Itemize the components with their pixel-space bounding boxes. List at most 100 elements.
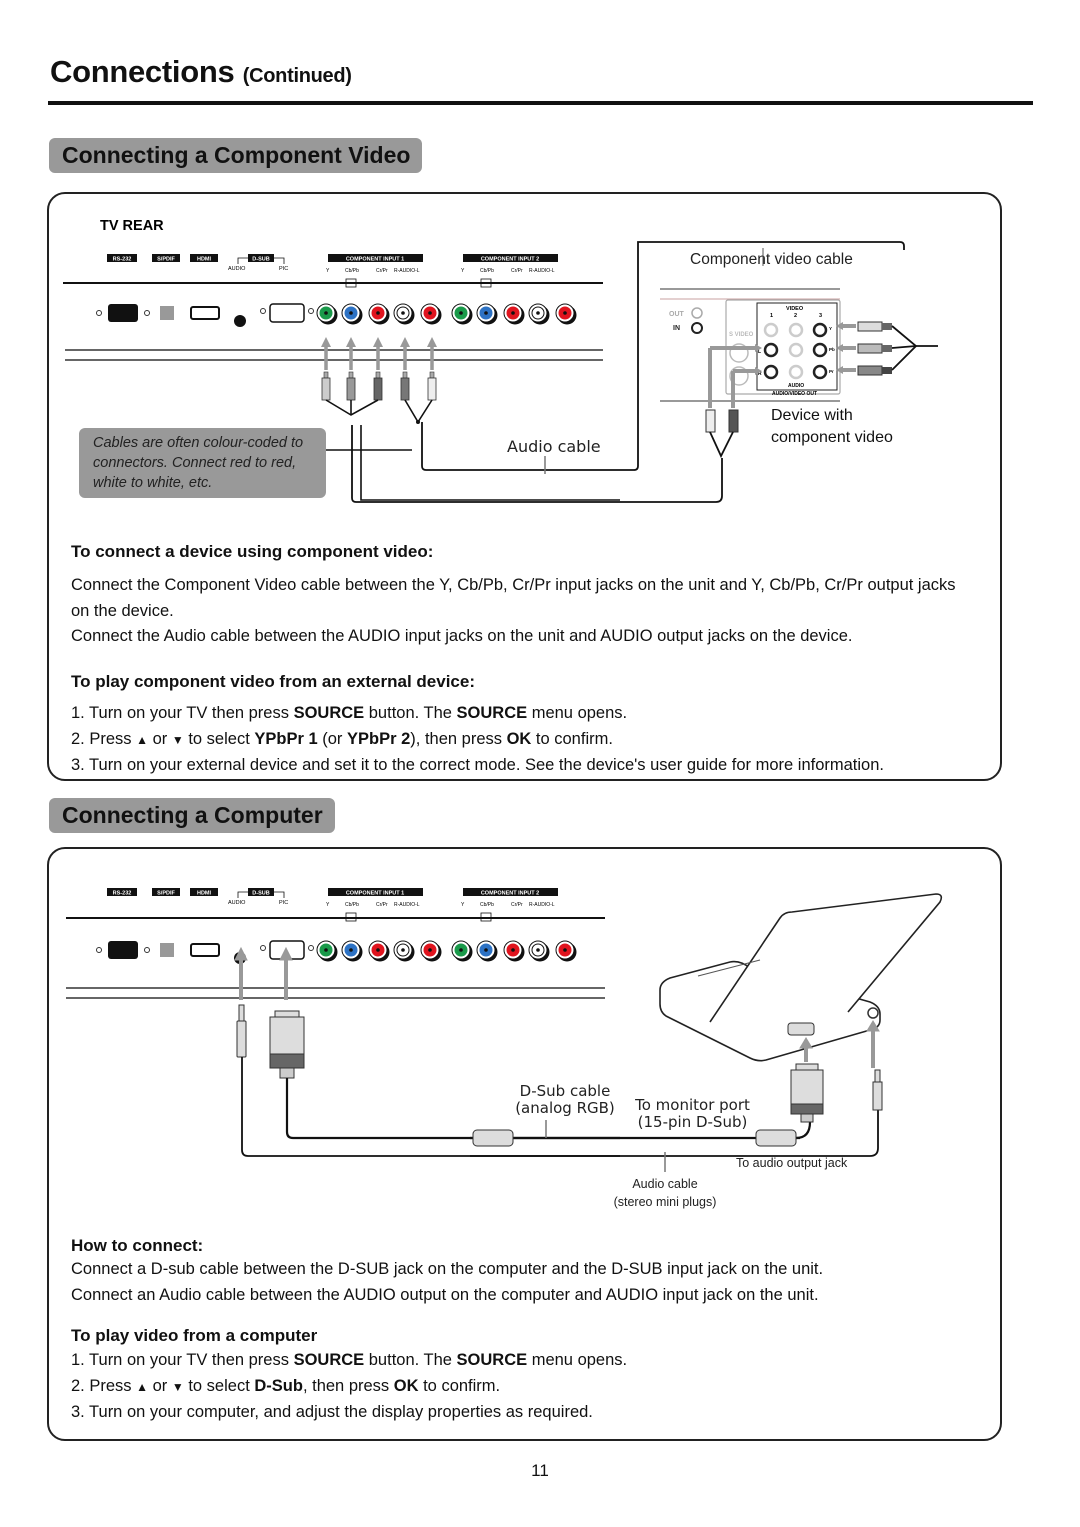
step-item: 1. Turn on your TV then press SOURCE but… — [71, 701, 991, 727]
spdif-port-icon — [160, 306, 174, 320]
device-diagram: Component video cable OUT IN VIDEO 1 2 3… — [660, 248, 938, 459]
monitor-port-label-line1: To monitor port — [635, 1096, 750, 1114]
step-text: button. The — [364, 1351, 457, 1369]
page-title-main: Connections — [50, 54, 235, 89]
dsub-cable-label: D-Sub cable (analog RGB) — [510, 1083, 620, 1117]
connect-component-heading: To connect a device using component vide… — [71, 542, 434, 561]
audio-output-label: To audio output jack — [736, 1156, 848, 1170]
audio-cable-mini-label-line2: (stereo mini plugs) — [613, 1195, 717, 1209]
device-audio-label: AUDIO — [788, 383, 804, 389]
step-item: 3. Turn on your computer, and adjust the… — [71, 1400, 991, 1426]
dsub-pic-label: PIC — [279, 900, 288, 906]
port-label-dsub: D-SUB — [252, 257, 269, 263]
video-col-1: 1 — [770, 313, 773, 319]
component-jack-label: Cb/Pb — [345, 902, 359, 908]
step-text: SOURCE — [293, 704, 365, 722]
video-col-3: 3 — [819, 313, 822, 319]
how-paragraph-1: Connect a D-sub cable between the D-SUB … — [71, 1260, 824, 1278]
dsub-plug-tv — [269, 1010, 305, 1079]
device-pb-label: Pb — [829, 347, 835, 352]
step-text: ), then press — [410, 729, 507, 748]
component-jack-label: Y — [326, 902, 330, 908]
step-item: 2. Press ▲ or ▼ to select YPbPr 1 (or YP… — [71, 727, 991, 754]
step-text: to select — [183, 729, 255, 748]
computer-input-arrows — [234, 946, 293, 1000]
step-text: Press — [89, 729, 137, 748]
step-item: 1. Turn on your TV then press SOURCE but… — [71, 1348, 991, 1374]
port-label: HDMI — [197, 891, 212, 897]
step-item: 3. Turn on your external device and set … — [71, 753, 991, 779]
audio-mini-plug-laptop — [872, 1069, 883, 1111]
port-label: RS-232 — [113, 891, 132, 897]
ferrite-core-2 — [755, 1129, 797, 1147]
play-component-heading: To play component video from an external… — [71, 672, 475, 691]
step-text: to confirm. — [531, 729, 613, 748]
device-y-label: Y — [829, 326, 832, 331]
step-text: Turn on your external device and set it … — [89, 756, 884, 774]
step-item: 2. Press ▲ or ▼ to select D-Sub, then pr… — [71, 1374, 991, 1401]
step-text: , then press — [302, 1376, 394, 1395]
down-arrow-icon: ▼ — [171, 1379, 184, 1394]
section-tab-component: Connecting a Component Video — [49, 138, 423, 173]
section-tab-computer: Connecting a Computer — [49, 798, 335, 833]
component-input-label: COMPONENT INPUT 1 — [346, 891, 404, 897]
device-video-label: VIDEO — [786, 306, 804, 312]
device-av-out-label: AUDIO/VIDEO OUT — [772, 391, 817, 397]
dsub-pic-label: PIC — [279, 266, 288, 272]
device-out-label: OUT — [669, 311, 685, 318]
connect-paragraph-2: Connect the Audio cable between the AUDI… — [71, 627, 853, 645]
step-text: to confirm. — [418, 1376, 501, 1395]
colour-coding-note: Cables are often colour-coded to connect… — [79, 428, 326, 498]
step-number: 2. — [71, 729, 90, 748]
monitor-port-label: To monitor port (15-pin D-Sub) — [630, 1097, 755, 1131]
step-text: D-Sub — [254, 1376, 303, 1395]
port-label-dsub: D-SUB — [252, 891, 269, 897]
dsub-plug-laptop — [790, 1063, 824, 1123]
rca-plug-icon — [321, 377, 331, 401]
step-text: Turn on your TV then press — [89, 1351, 294, 1369]
audio-cable-label: Audio cable — [507, 437, 601, 456]
laptop-icon — [659, 893, 943, 1062]
step-text: SOURCE — [293, 1351, 365, 1369]
up-arrow-icon: ▲ — [136, 1379, 149, 1394]
step-text: Turn on your computer, and adjust the di… — [89, 1403, 593, 1421]
step-text: menu opens. — [527, 1351, 628, 1369]
port-label: RS-232 — [113, 257, 132, 263]
step-number: 3. — [71, 756, 90, 774]
svideo-label: S VIDEO — [729, 332, 754, 338]
page-number: 11 — [531, 1461, 549, 1480]
step-text: menu opens. — [527, 704, 628, 722]
dsub-cable-label-line2: (analog RGB) — [515, 1099, 615, 1117]
audio-cable-mini-label-line1: Audio cable — [632, 1177, 698, 1191]
arrow-head-icon — [321, 337, 331, 347]
step-number: 1. — [71, 704, 90, 722]
component-cable-label: Component video cable — [690, 251, 853, 268]
dsub-cable-label-line1: D-Sub cable — [519, 1082, 611, 1100]
step-text: YPbPr 1 — [254, 729, 318, 748]
play-component-steps: 1. Turn on your TV then press SOURCE but… — [71, 701, 991, 779]
step-number: 3. — [71, 1403, 90, 1421]
connect-paragraph-1: Connect the Component Video cable betwee… — [71, 576, 956, 620]
step-text: OK — [393, 1376, 419, 1395]
step-number: 2. — [71, 1376, 90, 1395]
how-to-connect-heading: How to connect: — [71, 1236, 204, 1255]
monitor-port-label-line2: (15-pin D-Sub) — [637, 1113, 748, 1131]
step-text: (or — [317, 729, 347, 748]
port-label: S/PDIF — [157, 257, 175, 263]
component-jack-label: R-AUDIO-L — [394, 902, 420, 908]
audio-mini-plug-tv — [236, 1004, 247, 1058]
step-text: Press — [89, 1376, 137, 1395]
play-computer-heading: To play video from a computer — [71, 1326, 318, 1345]
ferrite-core-1 — [472, 1129, 514, 1147]
how-to-connect-paragraphs: Connect a D-sub cable between the D-SUB … — [71, 1257, 991, 1308]
component-jack-label: Y — [326, 268, 330, 274]
port-label: S/PDIF — [157, 891, 175, 897]
hdmi-port-icon — [190, 306, 220, 320]
port-label: HDMI — [197, 257, 212, 263]
device-label-line2: component video — [771, 429, 893, 446]
down-arrow-icon: ▼ — [171, 732, 184, 747]
dsub-audio-label: AUDIO — [228, 900, 246, 906]
tv-rear-label: TV REAR — [100, 218, 164, 234]
connect-component-paragraphs: Connect the Component Video cable betwee… — [71, 573, 976, 650]
step-text: OK — [506, 729, 532, 748]
